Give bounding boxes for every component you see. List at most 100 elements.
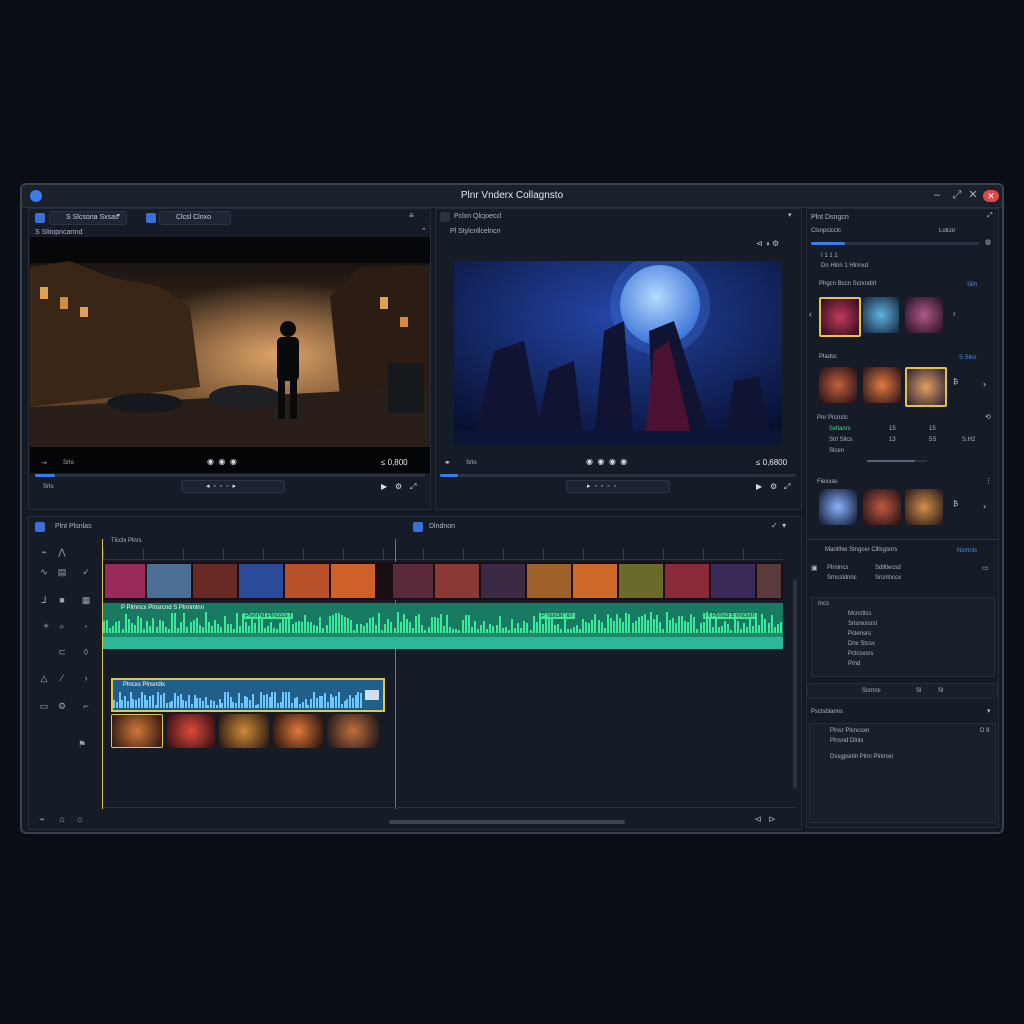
- text-tool-icon[interactable]: ◦: [79, 621, 93, 631]
- effect-thumb[interactable]: [819, 297, 861, 337]
- settings-icon[interactable]: ⚙: [395, 482, 402, 491]
- fullscreen-icon[interactable]: ⤢: [410, 482, 416, 492]
- more-icon[interactable]: ₿: [953, 379, 958, 386]
- marker-icon[interactable]: ◊: [79, 647, 93, 657]
- clip-dropdown[interactable]: Clcsl Clnxo: [159, 211, 231, 225]
- source-scrubber[interactable]: [35, 474, 425, 477]
- zoom-tool-icon[interactable]: ⌕: [55, 621, 69, 632]
- fx-thumb[interactable]: [819, 489, 857, 525]
- fx-thumb[interactable]: [905, 489, 943, 525]
- source-toggle-button[interactable]: [35, 213, 45, 223]
- flag-icon[interactable]: ⚑: [75, 739, 89, 750]
- grid-icon[interactable]: ▣: [811, 564, 818, 572]
- tree-item[interactable]: Pclcsxsrs: [848, 651, 873, 657]
- fullscreen-icon[interactable]: ⤢: [784, 482, 790, 492]
- more-icon[interactable]: ⋮: [985, 477, 992, 485]
- tab-item[interactable]: Scrnns: [862, 688, 881, 694]
- shape-tool-icon[interactable]: △: [37, 673, 51, 684]
- chevron-up-icon[interactable]: ⌃: [421, 227, 427, 235]
- library-tag[interactable]: Nsmnls: [957, 548, 977, 554]
- preset-thumb[interactable]: [819, 367, 857, 403]
- settings-icon[interactable]: ⚙: [770, 482, 777, 491]
- zoom-out-icon[interactable]: ⊲: [751, 814, 765, 825]
- clip-thumb[interactable]: [219, 714, 269, 748]
- source-dropdown[interactable]: S Slcsona Sxsas: [49, 211, 127, 225]
- program-video-frame[interactable]: [454, 261, 782, 445]
- speaker-icon[interactable]: ⇝: [41, 459, 47, 467]
- section-tag-1[interactable]: Siln: [967, 282, 977, 288]
- undo-icon[interactable]: ⌁: [35, 814, 49, 825]
- minimize-button[interactable]: –: [930, 189, 944, 202]
- fx-item[interactable]: Plnsnd Dlnlx: [830, 738, 863, 744]
- close-button[interactable]: ✕: [983, 190, 999, 202]
- snap-icon[interactable]: ✓: [79, 567, 93, 578]
- lock-icon[interactable]: ⌐: [79, 701, 93, 711]
- program-transport[interactable]: ◉ ◉ ◉ ◉: [586, 457, 627, 466]
- prop-value[interactable]: 13: [889, 437, 896, 443]
- tree-item[interactable]: Srlsnxxsrsl: [848, 621, 877, 627]
- grid-icon[interactable]: ▦: [79, 595, 93, 606]
- fx-item[interactable]: Plnsr Plsncsxn: [830, 728, 869, 734]
- source-video-frame[interactable]: [30, 237, 430, 473]
- reset-icon[interactable]: ⟲: [985, 413, 991, 421]
- timeline-toggle-button[interactable]: [35, 522, 45, 532]
- link-icon[interactable]: ⚭: [444, 458, 451, 467]
- maximize-button[interactable]: ⤢: [950, 189, 964, 202]
- timeline-scrollbar[interactable]: [389, 820, 625, 824]
- section-tag-2[interactable]: S Slns: [959, 355, 976, 361]
- clip-thumb[interactable]: [273, 714, 323, 748]
- menu-icon[interactable]: ≡: [409, 211, 414, 220]
- forward-icon[interactable]: ›: [79, 673, 93, 683]
- trim-tool-icon[interactable]: ⅃: [37, 595, 51, 606]
- opacity-slider[interactable]: [811, 242, 979, 245]
- program-scrubber[interactable]: [440, 474, 796, 477]
- tree-root-label[interactable]: Incs: [818, 601, 829, 607]
- video-track-2[interactable]: [111, 714, 379, 748]
- source-playback-bar[interactable]: ◂ ◦ ◦ ◦ ▸: [181, 480, 285, 493]
- effect-thumb[interactable]: [863, 297, 899, 333]
- video-track[interactable]: [103, 562, 783, 600]
- ripple-tool-icon[interactable]: ⁄: [55, 673, 69, 683]
- program-toggle-button[interactable]: [440, 212, 450, 222]
- clip-thumb[interactable]: [111, 714, 163, 748]
- chevron-down-icon[interactable]: ✓ ▾: [771, 521, 786, 530]
- program-playback-bar[interactable]: ▸ ◦ ◦ ◦ ◦: [566, 480, 670, 493]
- clip-thumb[interactable]: [167, 714, 215, 748]
- prev-icon[interactable]: ‹: [809, 309, 812, 319]
- box-tool-icon[interactable]: ■: [55, 595, 69, 605]
- audio-track[interactable]: P Plrnncx Plnsrcnd S Plnnmlnn Plvnrnd Pl…: [103, 603, 783, 649]
- next-icon[interactable]: ›: [983, 501, 986, 511]
- hand-tool-icon[interactable]: ∿: [37, 567, 51, 578]
- next-icon[interactable]: ›: [953, 309, 956, 318]
- play-button[interactable]: ▶: [381, 482, 387, 491]
- audio-clip-selected[interactable]: Plncxs Plnsndlx: [111, 678, 385, 712]
- zoom-in-icon[interactable]: ⊳: [765, 814, 779, 825]
- prop-slider[interactable]: [867, 460, 927, 462]
- play-button[interactable]: ▶: [756, 482, 762, 491]
- prop-value[interactable]: 5S: [929, 437, 936, 443]
- effect-thumb[interactable]: [905, 297, 943, 333]
- tree-item[interactable]: Pclensrs: [848, 631, 871, 637]
- camera-icon[interactable]: ▭: [37, 701, 51, 712]
- clip-toggle-button[interactable]: [146, 213, 156, 223]
- preset-thumb-selected[interactable]: [905, 367, 947, 407]
- tree-item[interactable]: Dnx Stcsx: [848, 641, 875, 647]
- settings-icon[interactable]: ⚙: [55, 701, 69, 712]
- close-icon[interactable]: ✕: [966, 189, 980, 202]
- sequence-toggle-button[interactable]: [413, 522, 423, 532]
- tab-item[interactable]: Sl: [916, 688, 921, 694]
- blade-tool-icon[interactable]: ⋀: [55, 547, 69, 558]
- chevron-down-icon[interactable]: ▾: [987, 707, 991, 715]
- expand-icon[interactable]: ⤢: [987, 212, 993, 220]
- slip-tool-icon[interactable]: ▤: [55, 567, 69, 578]
- reset-icon[interactable]: ◍: [985, 238, 991, 246]
- pen-tool-icon[interactable]: ⌖: [39, 621, 53, 632]
- fx-item[interactable]: Dssgpsnln Plnn Plnmxn: [830, 754, 893, 760]
- prop-value[interactable]: S.H2: [962, 437, 975, 443]
- timeline-ruler[interactable]: [103, 549, 783, 560]
- preset-thumb[interactable]: [863, 367, 901, 403]
- tab-item[interactable]: Sl: [938, 688, 943, 694]
- select-tool-icon[interactable]: ⌁: [37, 547, 51, 558]
- more-icon[interactable]: ₿: [953, 501, 958, 508]
- fx-thumb[interactable]: [863, 489, 901, 525]
